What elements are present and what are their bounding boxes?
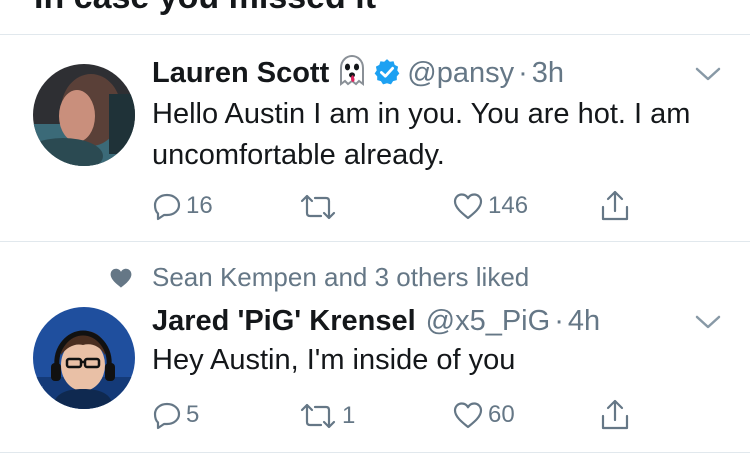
reply-icon — [153, 402, 181, 430]
chevron-down-icon[interactable] — [695, 314, 721, 330]
like-count: 60 — [488, 401, 515, 428]
like-button[interactable]: 60 — [452, 400, 515, 430]
retweet-button[interactable]: 1 — [298, 402, 355, 430]
reply-count: 5 — [186, 401, 200, 428]
retweet-icon — [300, 194, 336, 220]
reply-icon — [153, 193, 181, 221]
divider — [0, 241, 750, 242]
reply-count: 16 — [186, 192, 213, 219]
tweet-text: Hello Austin I am in you. You are hot. I… — [152, 98, 691, 171]
divider — [0, 452, 750, 453]
heart-icon — [453, 193, 483, 220]
share-icon — [601, 399, 629, 430]
retweet-icon — [300, 403, 336, 429]
timestamp[interactable]: 3h — [532, 57, 564, 89]
svg-text:E: E — [35, 384, 43, 398]
tweet[interactable]: E Jared 'PiG' Krensel @x5_PiG · 4h Hey Aust… — [0, 290, 750, 450]
timestamp[interactable]: 4h — [568, 305, 600, 337]
author-name[interactable]: Jared 'PiG' Krensel — [152, 305, 416, 337]
chevron-down-icon[interactable] — [695, 66, 721, 82]
reply-button[interactable]: 16 — [152, 191, 213, 221]
avatar[interactable]: E — [33, 307, 135, 409]
author-line: Jared 'PiG' Krensel @x5_PiG · 4h — [152, 304, 600, 338]
share-icon — [601, 190, 629, 221]
social-context-text: Sean Kempen and 3 others liked — [152, 262, 530, 292]
retweet-count: 1 — [342, 402, 356, 429]
ghost-icon — [335, 54, 369, 88]
author-handle[interactable]: @x5_PiG — [426, 305, 551, 337]
heart-icon — [453, 402, 483, 429]
heart-filled-icon — [110, 268, 132, 288]
separator-dot: · — [554, 305, 564, 337]
tweet[interactable]: Lauren Scott @pansy · 3h Hello Austin I am… — [0, 35, 750, 241]
verified-badge-icon — [373, 58, 401, 86]
avatar[interactable] — [33, 64, 135, 166]
tweet-text: Hey Austin, I'm inside of you — [152, 344, 516, 376]
author-handle[interactable]: @pansy — [407, 57, 514, 89]
author-name[interactable]: Lauren Scott — [152, 57, 329, 89]
retweet-button[interactable] — [298, 193, 342, 221]
separator-dot: · — [518, 57, 528, 89]
reply-button[interactable]: 5 — [152, 400, 199, 430]
share-button[interactable] — [599, 398, 631, 432]
share-button[interactable] — [599, 189, 631, 223]
social-context[interactable]: Sean Kempen and 3 others liked — [108, 262, 529, 293]
author-line: Lauren Scott @pansy · 3h — [152, 54, 564, 90]
like-button[interactable]: 146 — [452, 191, 528, 221]
section-title: In case you missed it — [34, 0, 376, 17]
like-count: 146 — [488, 192, 529, 219]
section-header: In case you missed it — [0, 0, 750, 34]
